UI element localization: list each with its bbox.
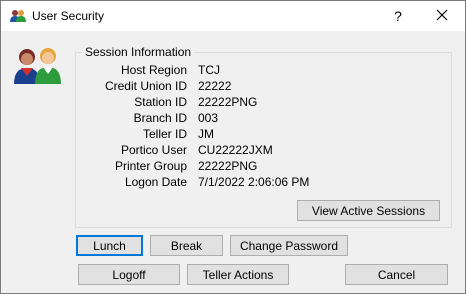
credit-union-id-row: Credit Union ID 22222 xyxy=(77,79,337,94)
credit-union-id-label: Credit Union ID xyxy=(104,79,187,93)
user-security-dialog: User Security ? Session Information Host… xyxy=(0,0,466,294)
teller-id-value: JM xyxy=(198,127,214,141)
change-password-button[interactable]: Change Password xyxy=(230,235,348,256)
printer-group-label: Printer Group xyxy=(114,159,187,173)
station-id-label: Station ID xyxy=(134,95,187,109)
portico-user-value: CU22222JXM xyxy=(198,143,273,157)
users-avatar-icon xyxy=(13,46,63,86)
portico-user-row: Portico User CU22222JXM xyxy=(77,143,337,158)
help-button[interactable]: ? xyxy=(389,5,407,27)
window-title: User Security xyxy=(32,9,105,23)
close-button[interactable] xyxy=(427,4,457,28)
branch-id-value: 003 xyxy=(198,111,219,125)
host-region-label: Host Region xyxy=(120,63,187,77)
printer-group-row: Printer Group 22222PNG xyxy=(77,159,337,174)
credit-union-id-value: 22222 xyxy=(198,79,232,93)
host-region-row: Host Region TCJ xyxy=(77,63,337,78)
host-region-value: TCJ xyxy=(198,63,220,77)
user-group-icon xyxy=(10,9,26,23)
logon-date-value: 7/1/2022 2:06:06 PM xyxy=(198,175,310,189)
station-id-value: 22222PNG xyxy=(198,95,258,109)
teller-id-label: Teller ID xyxy=(142,127,187,141)
logon-date-label: Logon Date xyxy=(124,175,187,189)
lunch-button[interactable]: Lunch xyxy=(76,235,143,256)
logoff-button[interactable]: Logoff xyxy=(78,264,180,285)
teller-actions-button[interactable]: Teller Actions xyxy=(187,264,289,285)
cancel-button[interactable]: Cancel xyxy=(345,264,448,285)
logon-date-row: Logon Date 7/1/2022 2:06:06 PM xyxy=(77,175,337,190)
printer-group-value: 22222PNG xyxy=(198,159,258,173)
branch-id-row: Branch ID 003 xyxy=(77,111,337,126)
close-icon xyxy=(436,9,448,21)
title-bar: User Security ? xyxy=(1,1,465,31)
break-button[interactable]: Break xyxy=(150,235,223,256)
portico-user-label: Portico User xyxy=(120,143,187,157)
station-id-row: Station ID 22222PNG xyxy=(77,95,337,110)
session-information-title: Session Information xyxy=(82,45,195,59)
teller-id-row: Teller ID JM xyxy=(77,127,337,142)
view-active-sessions-button[interactable]: View Active Sessions xyxy=(297,200,440,221)
branch-id-label: Branch ID xyxy=(133,111,187,125)
